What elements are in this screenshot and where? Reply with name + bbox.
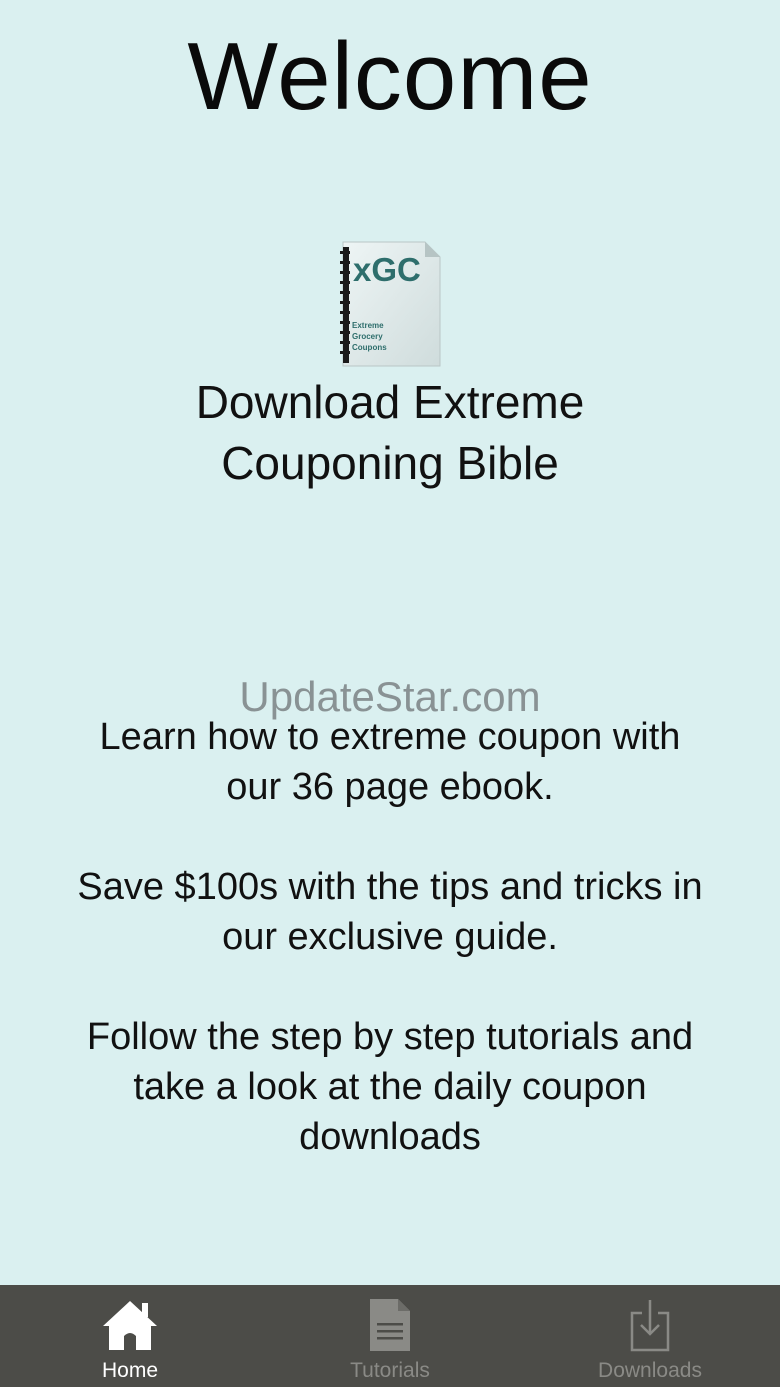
home-screen: Welcome xGC Extreme Grocery Coupons Down… xyxy=(0,0,780,1285)
download-ebook-link[interactable]: Download Extreme Couponing Bible xyxy=(90,372,690,494)
ebook-cover-icon[interactable]: xGC Extreme Grocery Coupons xyxy=(339,241,441,367)
description-line: downloads xyxy=(299,1116,481,1158)
tab-bar: Home Tutorials Downloads xyxy=(0,1285,780,1387)
description-line: take a look at the daily coupon xyxy=(133,1066,647,1108)
home-icon xyxy=(103,1301,157,1350)
book-cover-line: Coupons xyxy=(352,343,387,352)
description-line: our exclusive guide. xyxy=(222,916,558,958)
description-line: our 36 page ebook. xyxy=(226,766,554,808)
tab-home[interactable]: Home xyxy=(0,1285,260,1387)
document-icon xyxy=(370,1299,410,1351)
description-paragraph: Learn how to extreme coupon with our 36 … xyxy=(20,712,760,812)
download-icon xyxy=(630,1300,670,1352)
tab-tutorials-label: Tutorials xyxy=(350,1359,430,1382)
description-line: Learn how to extreme coupon with xyxy=(99,716,681,758)
tab-downloads[interactable]: Downloads xyxy=(520,1285,780,1387)
book-cover-line: Extreme xyxy=(352,321,384,330)
tab-tutorials[interactable]: Tutorials xyxy=(260,1285,520,1387)
download-line-2: Couponing Bible xyxy=(221,437,559,489)
book-cover-line: Grocery xyxy=(352,332,383,341)
book-cover-title: xGC xyxy=(353,251,421,288)
tab-downloads-label: Downloads xyxy=(598,1359,702,1382)
tab-home-label: Home xyxy=(101,1359,159,1382)
download-line-1: Download Extreme xyxy=(195,376,585,428)
page-title: Welcome xyxy=(187,23,593,130)
description-paragraph: Save $100s with the tips and tricks in o… xyxy=(20,862,760,962)
description-line: Follow the step by step tutorials and xyxy=(86,1016,694,1058)
description-line: Save $100s with the tips and tricks in xyxy=(77,866,703,908)
description: Learn how to extreme coupon with our 36 … xyxy=(20,712,760,1162)
description-paragraph: Follow the step by step tutorials and ta… xyxy=(20,1012,760,1162)
